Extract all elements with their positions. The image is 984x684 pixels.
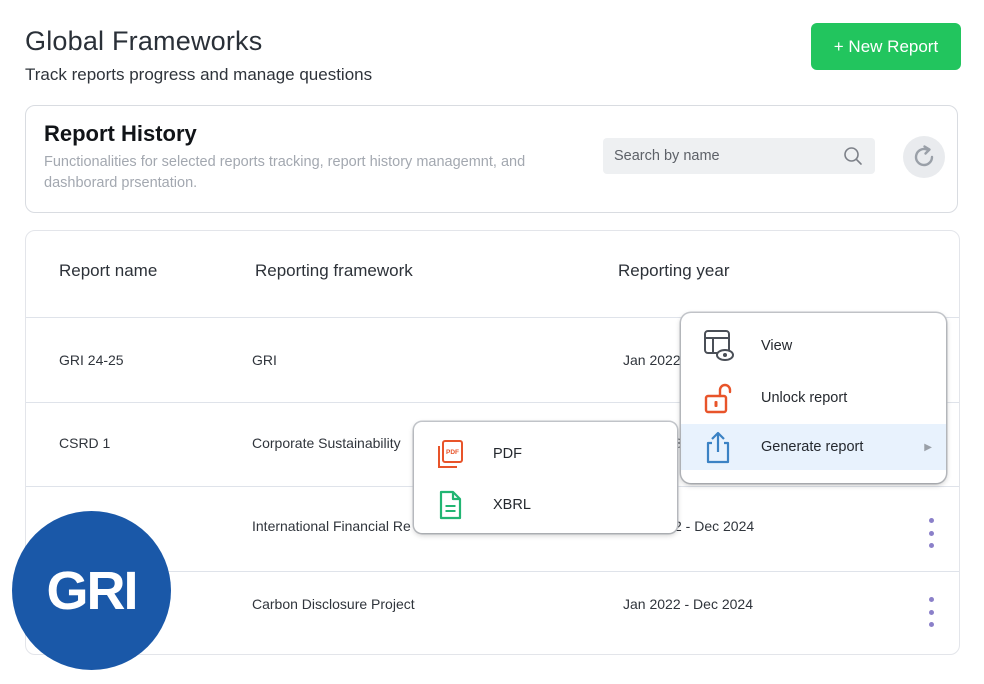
menu-item-generate-report[interactable]: Generate report ▶ (681, 424, 946, 470)
menu-item-label: Unlock report (761, 390, 848, 406)
pdf-file-icon: PDF (438, 440, 463, 468)
table-row-framework: Carbon Disclosure Project (252, 596, 415, 612)
table-row-report-name[interactable]: CSRD 1 (59, 435, 110, 451)
table-row-framework: GRI (252, 352, 277, 368)
search-icon[interactable] (843, 146, 863, 166)
gri-logo: GRI (12, 511, 171, 670)
unlock-icon (704, 383, 732, 414)
new-report-button[interactable]: + New Report (811, 23, 961, 70)
submenu-item-pdf[interactable]: PDF PDF (414, 430, 677, 478)
table-row-year: Jan 2022 - Dec 2024 (623, 596, 753, 612)
page-title: Global Frameworks (25, 26, 263, 56)
submenu-item-xbrl[interactable]: XBRL (414, 481, 677, 529)
column-header-reporting-year: Reporting year (618, 261, 730, 280)
report-history-description: Functionalities for selected reports tra… (44, 154, 526, 191)
report-history-title: Report History (44, 121, 197, 146)
submenu-arrow-icon: ▶ (924, 441, 932, 453)
row-actions-kebab-icon[interactable] (926, 597, 936, 627)
refresh-icon (914, 145, 934, 167)
report-history-card: Report History Functionalities for selec… (25, 105, 958, 213)
refresh-button[interactable] (903, 136, 945, 178)
table-row-framework: Corporate Sustainability (252, 435, 401, 451)
menu-item-view[interactable]: View (681, 323, 946, 369)
row-context-menu: View Unlock report Generate report ▶ (681, 313, 946, 483)
column-header-report-name: Report name (59, 261, 158, 280)
menu-item-label: View (761, 338, 793, 354)
submenu-item-label: PDF (493, 446, 522, 462)
table-row-framework: International Financial Re (252, 518, 411, 534)
share-export-icon (706, 431, 730, 464)
table-row-year: 2 - Dec 2024 (674, 518, 755, 534)
search-input[interactable] (603, 138, 833, 174)
generate-report-submenu: PDF PDF XBRL (414, 422, 677, 533)
view-report-icon (704, 330, 734, 361)
row-actions-kebab-icon[interactable] (926, 518, 936, 548)
search-box (603, 138, 875, 174)
svg-text:PDF: PDF (446, 449, 459, 456)
column-header-reporting-framework: Reporting framework (255, 261, 413, 280)
table-row-report-name[interactable]: GRI 24-25 (59, 352, 124, 368)
table-row-year: Jan 2022 (623, 352, 681, 368)
menu-item-unlock-report[interactable]: Unlock report (681, 375, 946, 421)
menu-item-label: Generate report (761, 439, 864, 455)
page-subtitle: Track reports progress and manage questi… (25, 65, 373, 84)
document-icon (439, 490, 462, 520)
submenu-item-label: XBRL (493, 497, 531, 513)
